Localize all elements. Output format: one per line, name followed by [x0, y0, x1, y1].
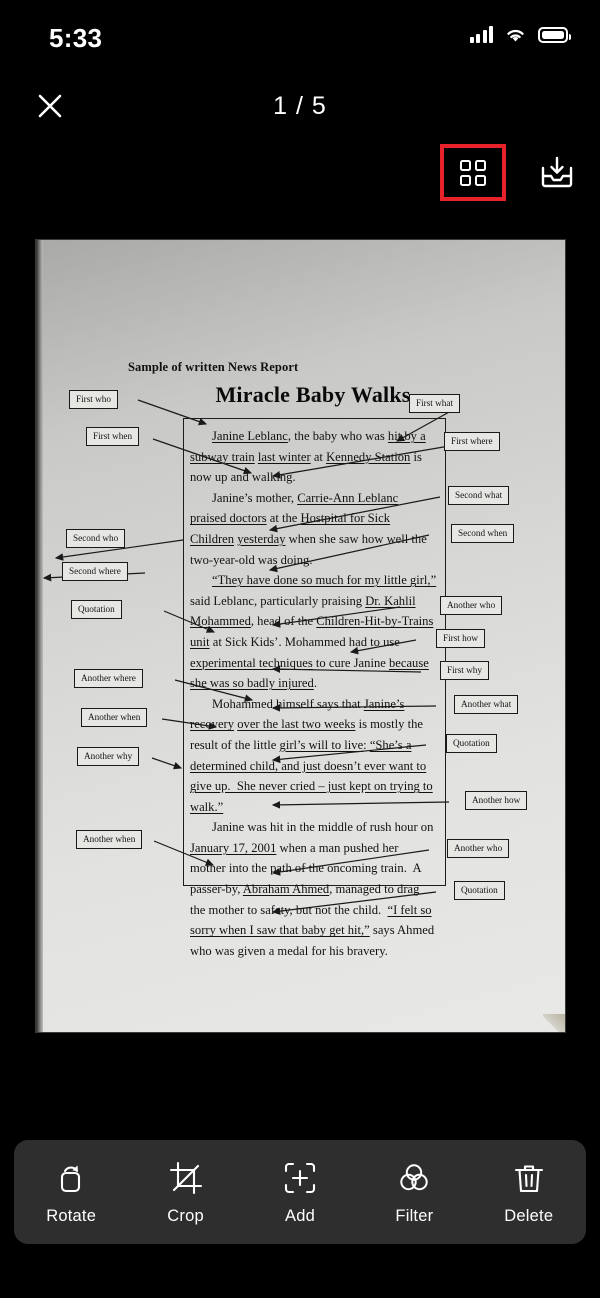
annotation-first-when: First when — [86, 427, 140, 446]
annotation-another-when-2: Another when — [76, 830, 143, 849]
wifi-icon — [507, 29, 524, 42]
save-to-files-icon — [541, 156, 573, 188]
annotation-second-when: Second when — [451, 524, 515, 543]
annotation-another-what: Another what — [454, 695, 519, 714]
annotation-quotation-2: Quotation — [446, 734, 497, 753]
annotation-first-why: First why — [440, 661, 489, 680]
paragraph-4: Mohammed himself says that Janine’s reco… — [190, 696, 433, 814]
annotation-first-how: First how — [436, 629, 485, 648]
annotation-quotation-1: Quotation — [71, 600, 122, 619]
rotate-label: Rotate — [46, 1207, 97, 1225]
add-label: Add — [284, 1207, 315, 1225]
rotate-button[interactable]: Rotate — [23, 1158, 119, 1226]
status-time: 5:33 — [49, 23, 103, 53]
news-report-body: Janine Leblanc, the baby who was hit by … — [183, 418, 446, 958]
add-page-icon — [283, 1158, 317, 1198]
document-title: Miracle Baby Walks — [215, 382, 411, 407]
annotation-another-how: Another how — [465, 791, 528, 810]
filter-button[interactable]: Filter — [366, 1158, 462, 1226]
paragraph-1: Janine Leblanc, the baby who was hit by … — [190, 429, 426, 485]
filter-icon — [397, 1158, 431, 1198]
scanned-page[interactable]: Sample of written News Report Miracle Ba… — [36, 240, 565, 1032]
annotation-second-who: Second who — [66, 529, 126, 548]
grid-view-icon — [460, 159, 486, 186]
crop-button[interactable]: Crop — [138, 1158, 234, 1226]
editor-toolbar: Rotate Crop Add Filter Delete — [14, 1140, 586, 1244]
delete-label: Delete — [504, 1207, 554, 1225]
cellular-signal-icon — [469, 26, 493, 43]
grid-view-button[interactable] — [440, 144, 506, 201]
crop-icon — [169, 1158, 203, 1198]
rotate-icon — [54, 1158, 88, 1198]
annotation-second-where: Second where — [62, 562, 128, 581]
document-preview[interactable]: Sample of written News Report Miracle Ba… — [0, 200, 600, 1100]
annotation-first-what: First what — [409, 394, 461, 413]
annotation-first-where: First where — [444, 432, 500, 451]
annotation-first-who: First who — [69, 390, 118, 409]
close-button[interactable] — [28, 84, 72, 128]
crop-label: Crop — [167, 1207, 204, 1225]
top-bar: 1 / 5 — [0, 66, 600, 201]
document-subtitle: Sample of written News Report — [128, 360, 299, 374]
page-indicator: 1 / 5 — [273, 91, 327, 120]
filter-label: Filter — [395, 1207, 434, 1225]
trash-icon — [512, 1158, 546, 1198]
paragraph-3: “They have done so much for my little gi… — [190, 573, 437, 691]
add-page-button[interactable]: Add — [252, 1158, 348, 1226]
battery-icon — [538, 27, 571, 43]
annotation-another-when-1: Another when — [81, 708, 148, 727]
paragraph-5: Janine was hit in the middle of rush hou… — [190, 820, 435, 958]
annotation-another-where: Another where — [74, 669, 143, 688]
annotation-quotation-3: Quotation — [454, 881, 505, 900]
annotation-another-who-2: Another who — [447, 839, 510, 858]
annotation-another-why: Another why — [77, 747, 140, 766]
status-bar: 5:33 — [0, 0, 600, 66]
delete-button[interactable]: Delete — [481, 1158, 577, 1226]
annotation-another-who-1: Another who — [440, 596, 503, 615]
scanner-editor-screen: 5:33 1 / 5 Sample of written News Report… — [0, 0, 600, 1298]
annotation-second-what: Second what — [448, 486, 510, 505]
close-icon — [38, 94, 62, 118]
status-icons — [469, 26, 571, 43]
paragraph-2: Janine’s mother, Carrie-Ann Leblanc prai… — [190, 490, 427, 567]
save-to-files-button[interactable] — [533, 150, 581, 196]
